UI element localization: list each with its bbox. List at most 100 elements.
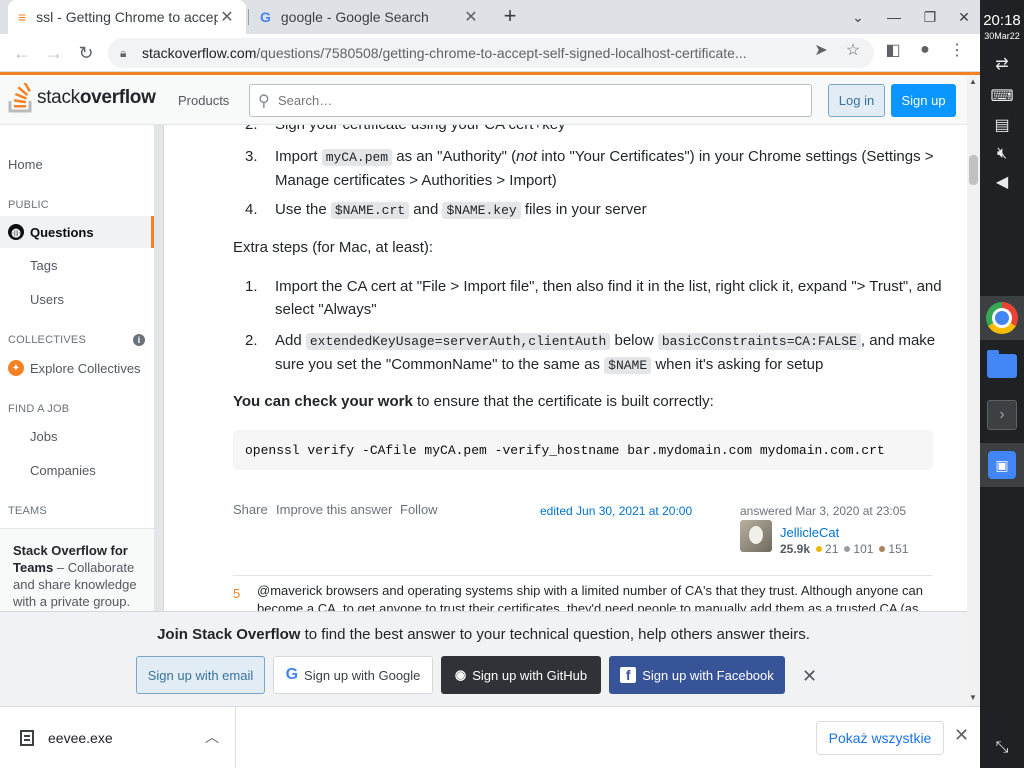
url-text[interactable]: stackoverflow.com/questions/7580508/gett… [142, 45, 802, 61]
tab-title: google - Google Search [280, 9, 429, 25]
bronze-badge-icon [879, 546, 886, 553]
files-app-icon[interactable] [980, 344, 1024, 388]
follow-link[interactable]: Follow [400, 498, 438, 521]
answer-content: 2. Sign your certificate using your CA c… [164, 125, 967, 611]
back-icon[interactable]: ← [10, 41, 34, 65]
clipboard-icon[interactable]: ▤ [990, 113, 1014, 137]
sidebar-item-companies[interactable]: Companies [0, 454, 154, 486]
so-header: stackoverflow Products ⚲ Log in Sign up [0, 75, 967, 125]
step-text: Import myCA.pem as an "Authority" (not i… [275, 148, 934, 189]
launcher-icon[interactable]: ⤡ [990, 736, 1014, 760]
signup-github-button[interactable]: ◉ Sign up with GitHub [441, 656, 601, 694]
collectives-icon: ✦ [8, 360, 24, 376]
show-all-downloads-button[interactable]: Pokaż wszystkie [816, 721, 944, 755]
sidebar-item-label: Tags [30, 257, 58, 273]
restore-icon[interactable]: ❐ [912, 0, 948, 34]
side-panel-icon[interactable]: ◧ [883, 40, 903, 60]
google-icon: G [285, 666, 299, 683]
network-icon[interactable]: ⇄ [990, 52, 1014, 76]
profile-icon[interactable]: ● [915, 40, 935, 60]
close-window-icon[interactable]: ✕ [946, 0, 982, 34]
store-app-icon[interactable]: ▣ [980, 443, 1024, 487]
signup-button[interactable]: Sign up [891, 84, 956, 117]
minimize-icon[interactable]: — [876, 0, 912, 34]
info-icon[interactable]: i [133, 334, 145, 346]
clock[interactable]: 20:18 [980, 12, 1024, 29]
step-text: Import the CA cert at "File > Import fil… [275, 278, 942, 318]
silver-badge-icon [844, 546, 851, 553]
logo-text-overflow: overflow [79, 87, 156, 108]
stackoverflow-favicon-icon: ≡ [18, 9, 27, 25]
signup-google-button[interactable]: G Sign up with Google [273, 656, 433, 694]
download-shelf: eevee.exe ︿ Pokaż wszystkie ✕ [0, 706, 980, 768]
gold-badge-icon [816, 546, 823, 553]
signup-facebook-button[interactable]: f Sign up with Facebook [609, 656, 785, 694]
os-shelf: 20:18 30Mar22 ⇄ ⌨ ▤ 🔇︎ ◀ › ▣ ⤡ [980, 0, 1024, 768]
menu-dots-icon[interactable]: ⋮ [947, 40, 967, 60]
search-input[interactable] [278, 93, 778, 108]
sidebar-item-label: Companies [30, 462, 96, 478]
step-text: Sign your certificate using your CA cert… [275, 125, 955, 136]
scrollbar-thumb[interactable] [969, 155, 978, 185]
sidebar-item-users[interactable]: Users [0, 283, 154, 315]
terminal-app-icon[interactable]: › [980, 393, 1024, 437]
logo-text-stack: stack [37, 87, 80, 108]
download-filename: eevee.exe [48, 730, 113, 746]
browser-toolbar: ← → ↻ 🔒︎ stackoverflow.com/questions/758… [0, 34, 980, 72]
volume-muted-icon[interactable]: 🔇︎ [990, 142, 1014, 166]
tab-stackoverflow[interactable]: ≡ ssl - Getting Chrome to accept ✕ [8, 0, 246, 34]
tab-divider [248, 9, 249, 25]
signup-email-button[interactable]: Sign up with email [136, 656, 265, 694]
banner-text: Join Stack Overflow to find the best ans… [157, 626, 810, 643]
tab-google[interactable]: G google - Google Search ✕ [250, 0, 490, 34]
new-tab-button[interactable]: + [498, 3, 522, 28]
lock-icon[interactable]: 🔒︎ [120, 46, 134, 61]
comment-text: @maverick browsers and operating systems… [257, 583, 923, 611]
sidebar-item-questions[interactable]: ◍ Questions [0, 216, 154, 248]
edited-link[interactable]: edited Jun 30, 2021 at 20:00 [540, 500, 692, 523]
signup-banner: Join Stack Overflow to find the best ans… [0, 611, 967, 706]
bookmark-star-icon[interactable]: ☆ [843, 40, 863, 60]
download-item[interactable]: eevee.exe ︿ [0, 707, 236, 768]
bronze-badge-count: 151 [888, 542, 909, 556]
sidebar-item-home[interactable]: Home [8, 157, 43, 172]
sidebar-scrollbar[interactable] [154, 125, 163, 611]
gold-badge-count: 21 [825, 542, 839, 556]
reload-icon[interactable]: ↻ [74, 41, 98, 65]
forward-icon[interactable]: → [42, 41, 66, 65]
chevron-up-icon[interactable]: ︿ [205, 727, 219, 747]
tab-search-icon[interactable]: ⌄ [840, 0, 876, 34]
extra-steps-heading: Extra steps (for Mac, at least): [233, 239, 434, 256]
so-logo[interactable]: stackoverflow [8, 83, 156, 113]
collapse-arrow-icon[interactable]: ◀ [990, 170, 1014, 194]
products-link[interactable]: Products [170, 91, 237, 110]
improve-answer-link[interactable]: Improve this answer [276, 498, 392, 521]
close-banner-icon[interactable]: ✕ [802, 666, 817, 687]
code-block[interactable]: openssl verify -CAfile myCA.pem -verify_… [233, 430, 933, 470]
search-icon: ⚲ [258, 92, 270, 110]
step-text: Add extendedKeyUsage=serverAuth,clientAu… [275, 332, 936, 374]
address-bar[interactable]: 🔒︎ stackoverflow.com/questions/7580508/g… [108, 38, 874, 68]
share-link[interactable]: Share [233, 498, 268, 521]
sidebar-item-tags[interactable]: Tags [0, 249, 154, 281]
chrome-app-icon[interactable] [980, 296, 1024, 340]
teams-promo[interactable]: Stack Overflow for Teams – Collaborate a… [0, 528, 154, 611]
search-box[interactable]: ⚲ [249, 84, 812, 117]
tab-title: ssl - Getting Chrome to accept [36, 9, 218, 25]
close-shelf-icon[interactable]: ✕ [954, 725, 969, 746]
facebook-icon: f [620, 667, 637, 683]
close-tab-icon[interactable]: ✕ [462, 8, 480, 26]
close-tab-icon[interactable]: ✕ [218, 8, 236, 26]
sidebar-item-jobs[interactable]: Jobs [0, 420, 154, 452]
page-scrollbar[interactable]: ▲ ▼ [967, 75, 980, 706]
avatar[interactable] [740, 520, 772, 552]
left-sidebar: Home PUBLIC ◍ Questions Tags Users COLLE… [0, 125, 164, 611]
scroll-down-icon[interactable]: ▼ [969, 693, 977, 702]
send-tab-icon[interactable]: ➤ [811, 40, 831, 60]
sidebar-item-explore-collectives[interactable]: ✦ Explore Collectives [0, 352, 154, 384]
keyboard-icon[interactable]: ⌨ [990, 84, 1014, 108]
login-button[interactable]: Log in [828, 84, 885, 117]
scroll-up-icon[interactable]: ▲ [969, 77, 977, 86]
google-favicon-icon: G [260, 9, 271, 25]
sidebar-item-label: Explore Collectives [30, 360, 141, 376]
